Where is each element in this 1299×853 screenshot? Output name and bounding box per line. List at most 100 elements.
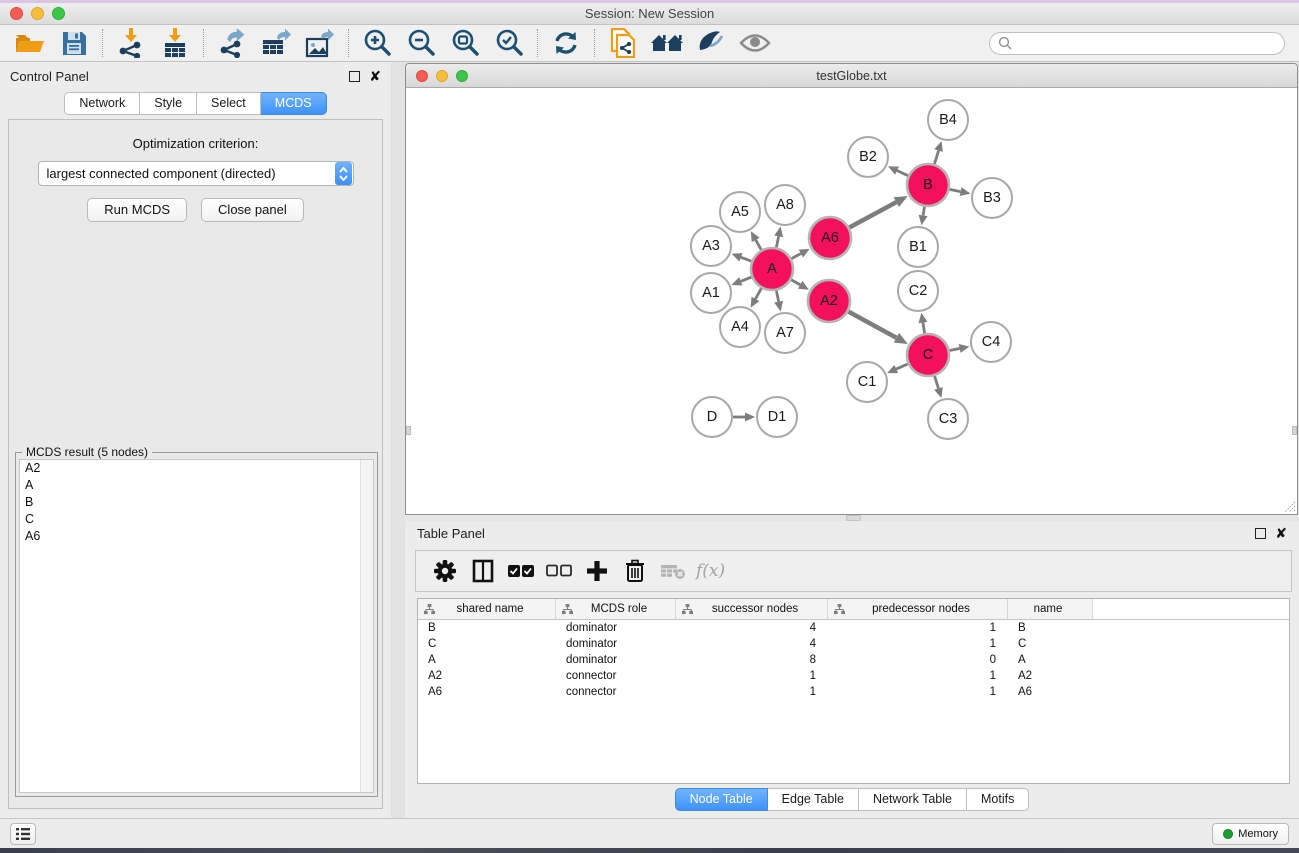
table-row[interactable]: A2connector11A2 [418,668,1289,684]
export-table-icon[interactable] [254,26,298,60]
node-A5[interactable]: A5 [720,192,760,232]
column-header-name[interactable]: name [1008,599,1093,619]
edge-A-A7[interactable] [774,291,783,312]
cell-mcds-role[interactable]: dominator [556,654,676,666]
cell-mcds-role[interactable]: dominator [556,638,676,650]
cell-successor-nodes[interactable]: 4 [676,638,828,650]
edge-C-C1[interactable] [887,364,908,373]
function-builder-icon[interactable]: f(x) [692,561,725,581]
cell-predecessor-nodes[interactable]: 1 [828,686,1008,698]
table-row[interactable]: A6connector11A6 [418,684,1289,700]
table-tab-network-table[interactable]: Network Table [859,788,967,811]
tab-mcds[interactable]: MCDS [261,92,327,115]
node-A8[interactable]: A8 [765,185,805,225]
tab-style[interactable]: Style [140,92,197,115]
cell-shared-name[interactable]: B [418,622,556,634]
edge-A-A8[interactable] [774,227,783,248]
result-scrollbar[interactable] [360,460,373,792]
node-C[interactable]: C [907,334,949,376]
edge-A-A1[interactable] [731,277,751,285]
node-A2[interactable]: A2 [808,280,850,322]
column-header-mcds-role[interactable]: MCDS role [556,599,676,619]
node-B2[interactable]: B2 [848,137,888,177]
homes-icon[interactable] [645,26,689,60]
result-item-a2[interactable]: A2 [20,460,373,477]
close-panel-button[interactable]: Close panel [201,198,304,222]
import-table-icon[interactable] [153,26,197,60]
tab-network[interactable]: Network [64,92,140,115]
cell-shared-name[interactable]: A [418,654,556,666]
cell-mcds-role[interactable]: connector [556,670,676,682]
search-box[interactable] [989,32,1285,55]
table-tab-node-table[interactable]: Node Table [675,788,768,811]
run-mcds-button[interactable]: Run MCDS [87,198,187,222]
edge-B-B3[interactable] [950,187,971,196]
refresh-icon[interactable] [544,26,588,60]
table-row[interactable]: Adominator80A [418,652,1289,668]
table-settings-gear-icon[interactable] [426,553,464,589]
cell-predecessor-nodes[interactable]: 0 [828,654,1008,666]
edge-C-C2[interactable] [918,313,927,334]
edge-B-B2[interactable] [888,166,908,175]
node-C2[interactable]: C2 [898,271,938,311]
cell-predecessor-nodes[interactable]: 1 [828,638,1008,650]
table-tab-edge-table[interactable]: Edge Table [768,788,859,811]
search-input[interactable] [1012,36,1276,50]
edge-D-D1[interactable] [733,413,755,422]
cell-successor-nodes[interactable]: 4 [676,622,828,634]
zoom-in-icon[interactable] [355,26,399,60]
memory-button[interactable]: Memory [1212,823,1289,845]
cell-shared-name[interactable]: C [418,638,556,650]
node-A[interactable]: A [751,248,793,290]
node-C1[interactable]: C1 [847,362,887,402]
close-table-panel-icon[interactable]: ✘ [1275,528,1287,539]
node-B4[interactable]: B4 [928,100,968,140]
edge-A-A3[interactable] [732,253,752,261]
clear-all-checks-icon[interactable] [540,553,578,589]
cell-shared-name[interactable]: A6 [418,686,556,698]
network-canvas[interactable]: B4B2BB3A8A5A6A3B1AC2A1A2A4A7C4CC1DD1C3 [406,88,1297,514]
node-C4[interactable]: C4 [971,322,1011,362]
node-A7[interactable]: A7 [765,313,805,353]
paint-details-icon[interactable] [689,26,733,60]
cell-name[interactable]: A6 [1008,686,1093,698]
cell-name[interactable]: A [1008,654,1093,666]
edge-A2-C[interactable] [848,312,907,344]
delete-column-icon[interactable] [616,553,654,589]
table-tab-motifs[interactable]: Motifs [967,788,1029,811]
node-A1[interactable]: A1 [691,273,731,313]
save-session-icon[interactable] [52,26,96,60]
edge-A-A6[interactable] [791,249,809,259]
import-network-icon[interactable] [109,26,153,60]
duplicate-network-icon[interactable] [601,26,645,60]
node-A6[interactable]: A6 [809,217,851,259]
open-session-icon[interactable] [8,26,52,60]
criterion-select[interactable]: largest connected component (directed) [38,161,354,186]
node-D[interactable]: D [692,397,732,437]
result-item-c[interactable]: C [20,511,373,528]
select-all-checks-icon[interactable] [502,553,540,589]
tab-select[interactable]: Select [197,92,261,115]
edge-C-C4[interactable] [950,344,970,353]
node-B[interactable]: B [907,164,949,206]
result-item-b[interactable]: B [20,494,373,511]
zoom-selected-icon[interactable] [487,26,531,60]
network-graph[interactable]: B4B2BB3A8A5A6A3B1AC2A1A2A4A7C4CC1DD1C3 [406,88,1297,514]
result-item-a[interactable]: A [20,477,373,494]
edge-C-C3[interactable] [934,376,943,398]
zoom-fit-icon[interactable] [443,26,487,60]
node-A3[interactable]: A3 [691,226,731,266]
cell-successor-nodes[interactable]: 1 [676,670,828,682]
node-D1[interactable]: D1 [757,397,797,437]
node-B1[interactable]: B1 [898,227,938,267]
node-B3[interactable]: B3 [972,178,1012,218]
resize-grip-icon[interactable] [1281,498,1295,512]
edge-B-B4[interactable] [934,141,943,164]
left-edge-handle[interactable] [406,426,411,435]
cell-name[interactable]: B [1008,622,1093,634]
right-edge-handle[interactable] [1292,426,1297,435]
export-network-icon[interactable] [210,26,254,60]
close-panel-icon[interactable]: ✘ [369,71,381,82]
node-table[interactable]: shared nameMCDS rolesuccessor nodesprede… [417,598,1290,784]
node-A4[interactable]: A4 [720,307,760,347]
